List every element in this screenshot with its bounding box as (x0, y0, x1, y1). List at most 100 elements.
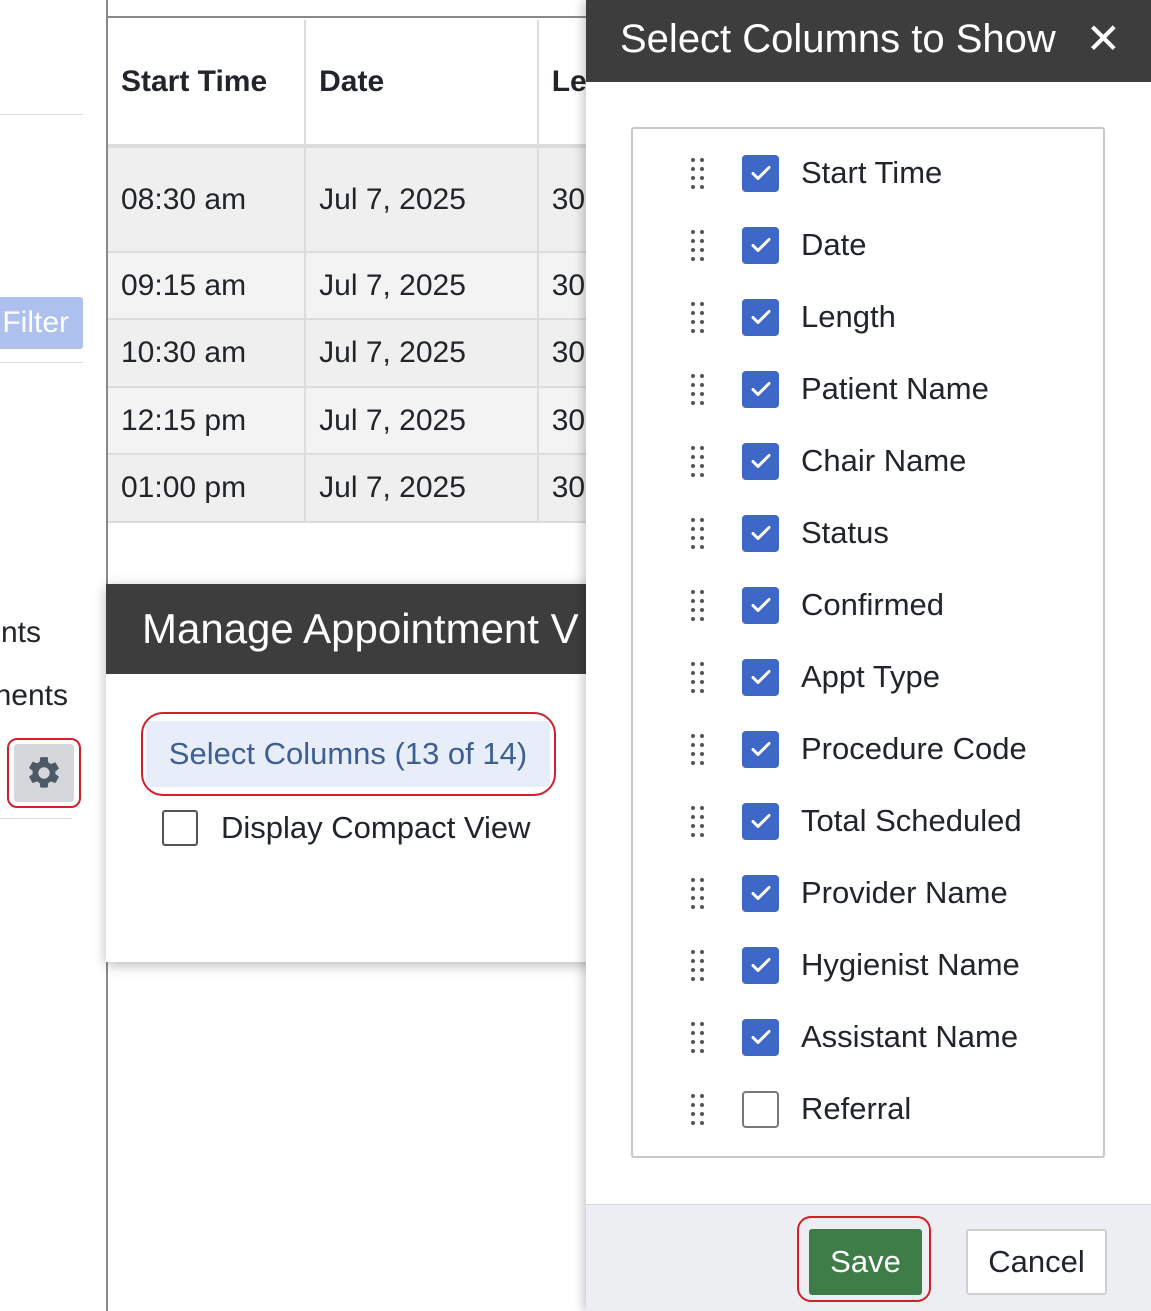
column-checkbox[interactable] (742, 586, 779, 624)
drag-handle-icon[interactable] (691, 877, 704, 909)
panel-title: Select Columns to Show (620, 17, 1056, 61)
column-option[interactable]: Length (633, 287, 1103, 347)
divider (0, 114, 83, 115)
table-row[interactable]: 12:15 pm Jul 7, 2025 30 (108, 387, 598, 455)
drag-handle-icon[interactable] (691, 661, 704, 693)
drag-handle-icon[interactable] (691, 373, 704, 405)
column-option[interactable]: Date (633, 215, 1103, 275)
column-option[interactable]: Assistant Name (633, 1007, 1103, 1067)
panel-footer: Save Cancel (586, 1204, 1151, 1311)
table-row[interactable]: 08:30 am Jul 7, 2025 30 (108, 146, 598, 253)
popover-title: Manage Appointment V (106, 584, 606, 674)
checkmark-icon (751, 454, 770, 468)
column-checkbox[interactable] (742, 298, 779, 336)
column-header-start-time[interactable]: Start Time (108, 20, 307, 148)
filter-button[interactable]: Filter (0, 297, 83, 349)
column-option-label: Provider Name (801, 875, 1008, 910)
table-top-border (108, 0, 598, 18)
cell-date: Jul 7, 2025 (305, 454, 539, 523)
drag-handle-icon[interactable] (691, 949, 704, 981)
cell-date: Jul 7, 2025 (305, 319, 539, 388)
drag-handle-icon[interactable] (691, 1093, 704, 1125)
column-option[interactable]: Confirmed (633, 575, 1103, 635)
gear-icon (29, 757, 59, 788)
drag-handle-icon[interactable] (691, 229, 704, 261)
column-checkbox[interactable] (742, 874, 779, 912)
drag-handle-icon[interactable] (691, 805, 704, 837)
manage-appointment-view-popover: Manage Appointment V Select Columns (13 … (106, 584, 606, 962)
drag-handle-icon[interactable] (691, 589, 704, 621)
save-button[interactable]: Save (809, 1229, 922, 1295)
sidebar-link-appointments-2[interactable]: nents (0, 679, 68, 713)
drag-handle-icon[interactable] (691, 445, 704, 477)
column-option[interactable]: Provider Name (633, 863, 1103, 923)
drag-handle-icon[interactable] (691, 157, 704, 189)
column-option-label: Appt Type (801, 659, 941, 694)
drag-handle-icon[interactable] (691, 517, 704, 549)
appointments-table: Start Time Date Le 08:30 am Jul 7, 2025 … (108, 20, 598, 523)
column-checkbox[interactable] (742, 946, 779, 984)
checkmark-icon (751, 598, 770, 612)
column-checkbox[interactable] (742, 226, 779, 264)
table-row[interactable]: 10:30 am Jul 7, 2025 30 (108, 319, 598, 388)
column-option-label: Confirmed (801, 587, 944, 622)
divider (0, 362, 83, 363)
column-option-label: Chair Name (801, 443, 967, 478)
drag-handle-icon[interactable] (691, 1021, 704, 1053)
cell-date: Jul 7, 2025 (305, 252, 539, 320)
column-option[interactable]: Referral (633, 1079, 1103, 1139)
drag-handle-icon[interactable] (691, 301, 704, 333)
settings-button[interactable] (14, 744, 74, 802)
column-option-label: Hygienist Name (801, 947, 1020, 982)
column-option-label: Start Time (801, 155, 943, 190)
table-row[interactable]: 01:00 pm Jul 7, 2025 30 (108, 454, 598, 523)
checkmark-icon (751, 958, 770, 972)
column-option[interactable]: Hygienist Name (633, 935, 1103, 995)
compact-view-label: Display Compact View (221, 810, 531, 845)
column-header-date[interactable]: Date (305, 20, 539, 148)
checkmark-icon (751, 166, 770, 180)
column-option[interactable]: Appt Type (633, 647, 1103, 707)
checkmark-icon (751, 310, 770, 324)
checkmark-icon (751, 814, 770, 828)
column-option[interactable]: Start Time (633, 143, 1103, 203)
column-checkbox[interactable] (742, 1018, 779, 1056)
table-row[interactable]: 09:15 am Jul 7, 2025 30 (108, 252, 598, 320)
select-columns-button[interactable]: Select Columns (13 of 14) (146, 721, 550, 787)
cell-start-time: 09:15 am (108, 252, 307, 320)
drag-handle-icon[interactable] (691, 733, 704, 765)
column-option-label: Procedure Code (801, 731, 1027, 766)
checkmark-icon (751, 526, 770, 540)
checkmark-icon (751, 238, 770, 252)
column-checkbox[interactable] (742, 730, 779, 768)
checkmark-icon (751, 742, 770, 756)
column-option[interactable]: Procedure Code (633, 719, 1103, 779)
column-option[interactable]: Total Scheduled (633, 791, 1103, 851)
column-checkbox[interactable] (742, 1090, 779, 1128)
panel-header: Select Columns to Show ✕ (586, 0, 1151, 82)
compact-view-option[interactable]: Display Compact View (162, 810, 531, 846)
column-checkbox[interactable] (742, 370, 779, 408)
column-option[interactable]: Chair Name (633, 431, 1103, 491)
column-checkbox[interactable] (742, 154, 779, 192)
column-option[interactable]: Patient Name (633, 359, 1103, 419)
column-option[interactable]: Status (633, 503, 1103, 563)
column-checkbox[interactable] (742, 658, 779, 696)
column-option-label: Total Scheduled (801, 803, 1022, 838)
column-option-label: Length (801, 299, 896, 334)
compact-view-checkbox[interactable] (162, 810, 198, 846)
column-option-label: Date (801, 227, 867, 262)
cell-date: Jul 7, 2025 (305, 387, 539, 455)
close-icon[interactable]: ✕ (1086, 0, 1121, 78)
divider (0, 818, 72, 819)
cancel-button[interactable]: Cancel (966, 1229, 1107, 1295)
column-checkbox[interactable] (742, 442, 779, 480)
column-checkbox[interactable] (742, 802, 779, 840)
cell-start-time: 08:30 am (108, 146, 307, 253)
select-columns-panel: Select Columns to Show ✕ Start Time Date L… (586, 0, 1151, 1311)
cell-start-time: 10:30 am (108, 319, 307, 388)
column-option-label: Patient Name (801, 371, 989, 406)
sidebar-link-appointments[interactable]: nts (1, 616, 41, 650)
cell-start-time: 12:15 pm (108, 387, 307, 455)
column-checkbox[interactable] (742, 514, 779, 552)
